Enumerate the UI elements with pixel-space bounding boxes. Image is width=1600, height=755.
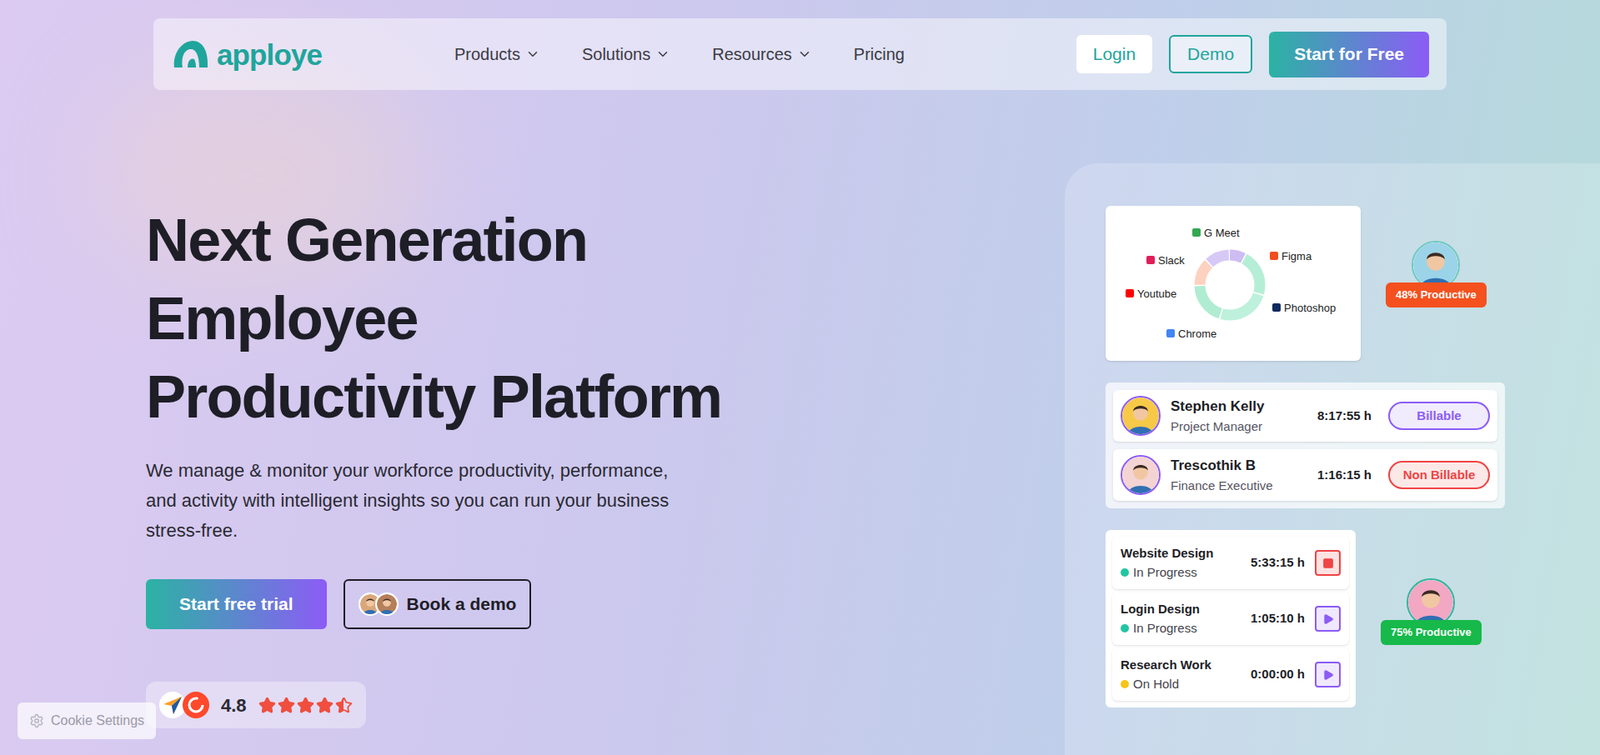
star-icon — [277, 697, 296, 715]
app-usage-card: G Meet Figma Photoshop Chrome Youtube Slack — [1105, 205, 1361, 362]
productivity-badge: 75% Productive — [1380, 620, 1482, 646]
login-button[interactable]: Login — [1076, 35, 1153, 74]
chart-segment — [1199, 255, 1260, 316]
person-avatar — [1120, 396, 1161, 437]
demo-avatar — [375, 592, 399, 617]
start-trial-button[interactable]: Start free trial — [145, 579, 327, 630]
chart-segment — [1199, 255, 1260, 316]
play-button[interactable] — [1314, 606, 1341, 632]
chevron-down-icon — [655, 46, 671, 62]
logo-icon — [170, 37, 211, 71]
star-icon — [335, 697, 353, 715]
chart-label: Slack — [1146, 254, 1185, 267]
capterra-icon — [159, 692, 186, 719]
chevron-down-icon — [525, 46, 541, 62]
person-icon — [1413, 242, 1459, 288]
star-rating — [258, 697, 353, 715]
menu-item[interactable]: Pricing — [853, 41, 905, 67]
svg-text:Slack: Slack — [1158, 254, 1185, 267]
rating-score: 4.8 — [220, 692, 247, 720]
hero: Next GenerationEmployeeProductivity Plat… — [0, 163, 1600, 755]
g2-icon — [182, 692, 210, 719]
person-icon — [1122, 456, 1159, 494]
people-card: Stephen KellyProject Manager8:17:55 hBil… — [1105, 382, 1505, 509]
app-icon — [1166, 329, 1175, 338]
chart-segment — [1199, 255, 1260, 316]
app-icon — [1272, 303, 1281, 312]
productivity-badge: 48% Productive — [1385, 282, 1487, 308]
app-icon — [1192, 228, 1201, 237]
dashboard-preview: G Meet Figma Photoshop Chrome Youtube Slack 48… — [1064, 163, 1600, 755]
app-icon — [1146, 255, 1155, 265]
stop-icon — [1322, 557, 1335, 570]
app-usage-chart: G Meet Figma Photoshop Chrome Youtube Slack — [1105, 205, 1361, 362]
gear-icon — [29, 713, 45, 729]
task-row[interactable]: Research WorkOn Hold0:00:00 h — [1112, 648, 1350, 702]
svg-text:Youtube: Youtube — [1137, 287, 1177, 301]
chart-label: Youtube — [1125, 287, 1177, 301]
status-dot — [1120, 624, 1129, 633]
billing-tag: Billable — [1388, 401, 1490, 431]
tasks-card: Website DesignIn Progress5:33:15 hLogin … — [1105, 530, 1356, 708]
chart-label: Photoshop — [1272, 301, 1336, 315]
stop-button[interactable] — [1314, 550, 1341, 577]
menu-item[interactable]: Products — [454, 41, 541, 67]
task-row[interactable]: Login DesignIn Progress1:05:10 h — [1112, 592, 1350, 646]
svg-text:G Meet: G Meet — [1203, 226, 1240, 240]
app-icon — [1269, 251, 1279, 261]
hero-content: Next GenerationEmployeeProductivity Plat… — [0, 163, 1065, 755]
person-avatar — [1120, 455, 1161, 496]
billing-tag: Non Billable — [1388, 461, 1490, 490]
rating-pill: 4.8 — [145, 682, 367, 729]
chevron-down-icon — [797, 46, 813, 62]
page: apploye Products Solutions Resources Pricing… — [0, 0, 1600, 755]
status-dot — [1120, 680, 1129, 689]
chart-segment — [1199, 255, 1260, 316]
play-icon — [1322, 669, 1335, 682]
person-row[interactable]: Stephen KellyProject Manager8:17:55 hBil… — [1113, 390, 1498, 442]
hero-description: We manage & monitor your workforce produ… — [145, 456, 697, 547]
person-icon — [1408, 580, 1454, 626]
person-icon — [376, 594, 397, 615]
demo-button[interactable]: Demo — [1168, 35, 1253, 74]
star-icon — [296, 697, 315, 715]
status-dot — [1120, 568, 1129, 577]
svg-text:Photoshop: Photoshop — [1284, 301, 1336, 315]
task-row[interactable]: Website DesignIn Progress5:33:15 h — [1112, 536, 1350, 590]
svg-text:Chrome: Chrome — [1178, 327, 1217, 341]
chart-label: Figma — [1269, 250, 1313, 263]
chart-segment — [1199, 255, 1260, 316]
play-button[interactable] — [1314, 662, 1341, 688]
chart-label: Chrome — [1166, 327, 1217, 341]
logo[interactable]: apploye — [170, 37, 380, 71]
chart-segment — [1199, 255, 1260, 316]
star-icon — [258, 697, 276, 715]
main-menu: Products Solutions Resources Pricing — [454, 41, 905, 67]
person-row[interactable]: Trescothik BFinance Executive1:16:15 hNo… — [1113, 449, 1498, 502]
start-button[interactable]: Start for Free — [1268, 31, 1430, 78]
hero-title: Next GenerationEmployeeProductivity Plat… — [145, 200, 1065, 437]
play-icon — [1322, 613, 1335, 626]
svg-text:Figma: Figma — [1281, 250, 1313, 263]
app-icon — [1125, 289, 1134, 298]
star-icon — [315, 697, 334, 715]
book-demo-button[interactable]: Book a demo — [343, 579, 532, 630]
navbar: apploye Products Solutions Resources Pricing… — [153, 18, 1447, 91]
chart-label: G Meet — [1192, 226, 1240, 240]
menu-item[interactable]: Solutions — [581, 41, 671, 67]
person-icon — [1122, 397, 1159, 435]
cookie-settings-button[interactable]: Cookie Settings — [17, 702, 156, 740]
menu-item[interactable]: Resources — [712, 41, 813, 67]
